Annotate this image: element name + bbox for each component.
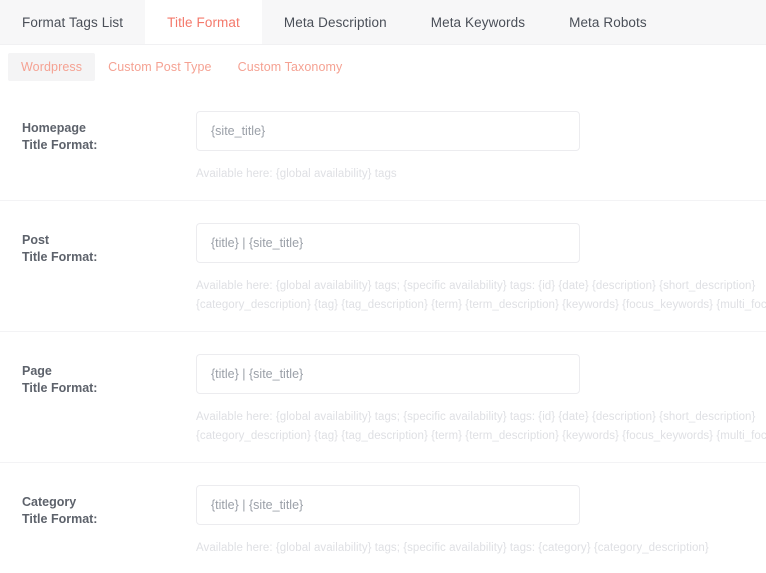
row-homepage-title-format: Homepage Title Format: Available here: {…	[0, 89, 766, 201]
row-field: Available here: {global availability} ta…	[196, 223, 766, 315]
subtab-wordpress[interactable]: Wordpress	[8, 53, 96, 81]
row-label-line2: Title Format:	[22, 381, 98, 395]
primary-tab-bar: Format Tags List Title Format Meta Descr…	[0, 0, 766, 45]
help-line1: Available here: {global availability} ta…	[196, 542, 709, 554]
title-format-settings-panel: Format Tags List Title Format Meta Descr…	[0, 0, 766, 573]
row-field: Available here: {global availability} ta…	[196, 111, 766, 184]
tab-meta-keywords[interactable]: Meta Keywords	[408, 0, 548, 44]
row-label-line1: Homepage	[22, 121, 86, 135]
row-label: Post Title Format:	[0, 223, 196, 266]
tab-label: Title Format	[167, 14, 240, 30]
tab-title-format[interactable]: Title Format	[145, 0, 262, 44]
tab-bar-filler	[668, 0, 766, 44]
category-title-format-input[interactable]	[196, 485, 580, 525]
row-label: Homepage Title Format:	[0, 111, 196, 154]
row-field: Available here: {global availability} ta…	[196, 354, 766, 446]
row-page-title-format: Page Title Format: Available here: {glob…	[0, 332, 766, 463]
post-help-text: Available here: {global availability} ta…	[196, 277, 766, 315]
row-label-line2: Title Format:	[22, 250, 98, 264]
row-label-line2: Title Format:	[22, 138, 98, 152]
help-line2: {category_description} {tag} {tag_descri…	[196, 430, 766, 442]
sub-tab-bar: Wordpress Custom Post Type Custom Taxono…	[0, 45, 766, 89]
subtab-custom-taxonomy[interactable]: Custom Taxonomy	[225, 53, 356, 81]
row-label-line2: Title Format:	[22, 512, 98, 526]
row-label: Category Title Format:	[0, 485, 196, 528]
subtab-label: Wordpress	[21, 60, 83, 74]
tab-meta-robots[interactable]: Meta Robots	[547, 0, 669, 44]
tab-label: Meta Keywords	[430, 14, 526, 30]
row-field: Available here: {global availability} ta…	[196, 485, 766, 558]
subtab-label: Custom Post Type	[108, 60, 212, 74]
row-post-title-format: Post Title Format: Available here: {glob…	[0, 201, 766, 332]
help-line1: Available here: {global availability} ta…	[196, 280, 756, 292]
row-label: Page Title Format:	[0, 354, 196, 397]
homepage-help-text: Available here: {global availability} ta…	[196, 165, 766, 184]
settings-rows: Homepage Title Format: Available here: {…	[0, 89, 766, 573]
tab-label: Meta Robots	[569, 14, 647, 30]
post-title-format-input[interactable]	[196, 223, 580, 263]
page-title-format-input[interactable]	[196, 354, 580, 394]
help-line2: {category_description} {tag} {tag_descri…	[196, 299, 766, 311]
row-label-line1: Page	[22, 364, 52, 378]
tab-label: Meta Description	[283, 14, 387, 30]
category-help-text: Available here: {global availability} ta…	[196, 539, 766, 558]
row-label-line1: Category	[22, 495, 77, 509]
row-label-line1: Post	[22, 233, 50, 247]
subtab-custom-post-type[interactable]: Custom Post Type	[95, 53, 225, 81]
page-help-text: Available here: {global availability} ta…	[196, 408, 766, 446]
tab-meta-description[interactable]: Meta Description	[261, 0, 409, 44]
subtab-label: Custom Taxonomy	[237, 60, 343, 74]
help-line1: Available here: {global availability} ta…	[196, 411, 756, 423]
homepage-title-format-input[interactable]	[196, 111, 580, 151]
help-line1: Available here: {global availability} ta…	[196, 168, 397, 180]
tab-format-tags-list[interactable]: Format Tags List	[0, 0, 146, 44]
row-category-title-format: Category Title Format: Available here: {…	[0, 463, 766, 573]
tab-label: Format Tags List	[22, 14, 124, 30]
